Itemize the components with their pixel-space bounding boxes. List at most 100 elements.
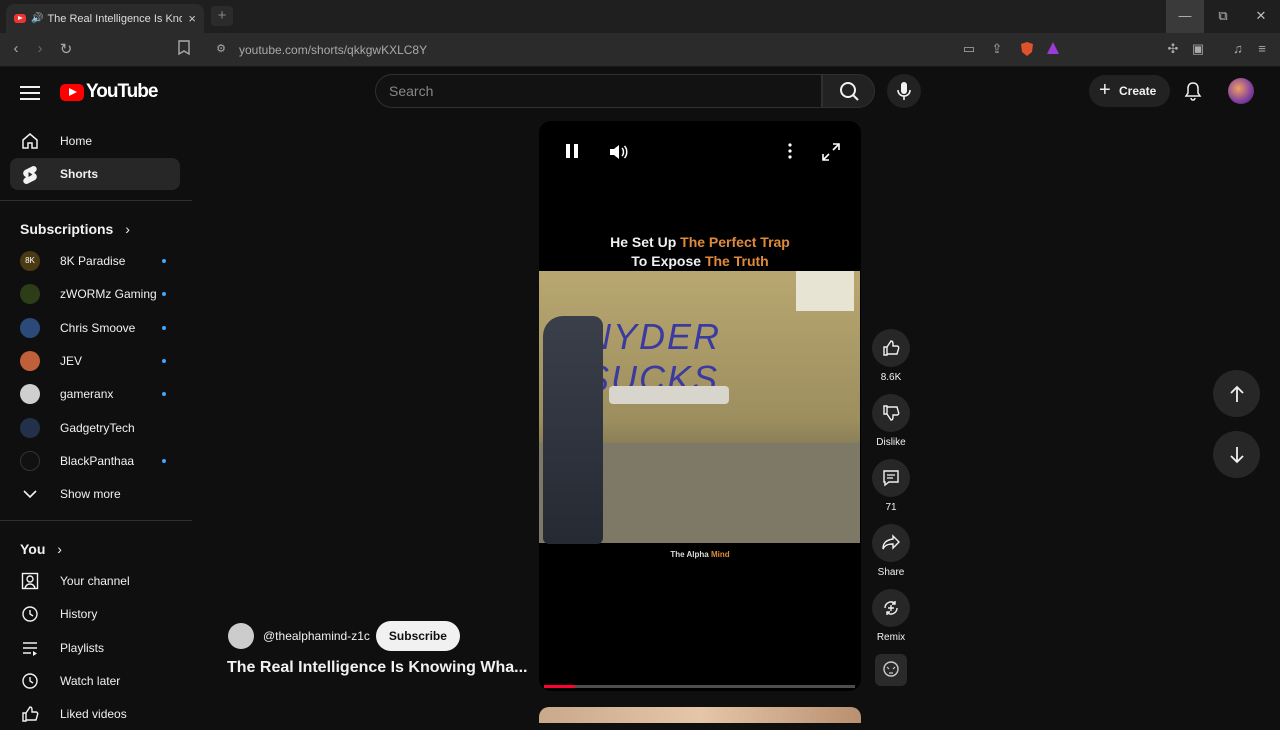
sidebar-sub-zwormz-gaming[interactable]: zWORMz Gaming (10, 278, 180, 310)
sound-thumbnail[interactable] (875, 654, 907, 686)
share-page-icon[interactable]: ⇪ (988, 41, 1006, 59)
dislike-button[interactable] (872, 394, 910, 432)
new-tab-button[interactable]: + (211, 6, 233, 26)
restore-button[interactable]: ⧉ (1204, 0, 1242, 33)
extensions-icon[interactable]: ✣ (1164, 41, 1182, 59)
sidebar-item-label: Shorts (60, 167, 99, 181)
video-figure (543, 316, 603, 544)
sidebar-panel-icon[interactable]: ▣ (1189, 41, 1207, 59)
search-input[interactable]: Search (375, 74, 822, 108)
url-field[interactable]: youtube.com/shorts/qkkgwKXLC8Y (239, 43, 427, 57)
like-action: 8.6K (872, 329, 910, 383)
bookmark-icon[interactable] (178, 40, 198, 55)
sidebar-item-label: Watch later (60, 674, 121, 688)
channel-avatar (20, 418, 40, 438)
share-action: Share (872, 524, 910, 578)
next-short-preview[interactable] (539, 707, 861, 723)
video-window (796, 271, 854, 311)
back-icon[interactable]: ‹ (6, 40, 26, 57)
subscribe-button[interactable]: Subscribe (375, 621, 460, 651)
search-button[interactable] (822, 74, 875, 108)
menu-icon[interactable]: ≡ (1253, 41, 1271, 59)
media-icon[interactable]: ♫ (1229, 41, 1247, 59)
guide-menu-icon[interactable] (20, 82, 40, 104)
progress-bar[interactable] (544, 685, 855, 688)
shorts-player[interactable]: He Set Up The Perfect Trap To Expose The… (539, 121, 861, 691)
account-avatar[interactable] (1228, 78, 1254, 104)
browser-tab-strip: 🔊 The Real Intelligence Is Knowing What … (0, 0, 1280, 33)
subscriptions-heading[interactable]: Subscriptions › (20, 221, 130, 237)
sidebar-sub-chris-smoove[interactable]: Chris Smoove (10, 312, 180, 344)
volume-icon[interactable] (609, 143, 629, 161)
comments-button[interactable] (872, 459, 910, 497)
your-channel-icon (20, 571, 40, 591)
remix-label: Remix (876, 632, 906, 643)
channel-avatar: 8K (20, 251, 40, 271)
window-close-button[interactable]: ✕ (1242, 0, 1280, 33)
progress-fill (544, 685, 576, 688)
sidebar-item-label: Your channel (60, 574, 130, 588)
sidebar-divider (0, 200, 192, 201)
sidebar-item-history[interactable]: History (10, 598, 180, 630)
more-options-icon[interactable] (787, 143, 793, 159)
site-settings-icon[interactable]: ⚙ (211, 42, 231, 55)
browser-tab[interactable]: 🔊 The Real Intelligence Is Knowing What … (6, 4, 204, 33)
channel-avatar[interactable] (228, 623, 254, 649)
brave-shields-icon[interactable] (1019, 41, 1037, 59)
sidebar-item-liked-videos[interactable]: Liked videos (10, 698, 180, 730)
youtube-page: YouTube Search Create Home Shorts Subscr… (0, 67, 1280, 723)
sidebar-sub-blackpanthaa[interactable]: BlackPanthaa (10, 445, 180, 477)
sidebar-item-label: 8K Paradise (60, 254, 126, 268)
tiger-logo-icon (883, 661, 899, 677)
short-title[interactable]: The Real Intelligence Is Knowing Wha... (227, 659, 527, 677)
audio-playing-icon[interactable]: 🔊 (31, 13, 43, 24)
voice-search-button[interactable] (887, 74, 921, 108)
forward-icon[interactable]: › (30, 40, 50, 57)
tab-close-icon[interactable]: × (188, 11, 196, 26)
share-icon (882, 534, 900, 550)
share-label: Share (877, 567, 905, 578)
sidebar-item-playlists[interactable]: Playlists (10, 632, 180, 664)
youtube-favicon-icon (14, 14, 26, 23)
sidebar-item-watch-later[interactable]: Watch later (10, 665, 180, 697)
share-button[interactable] (872, 524, 910, 562)
comment-count: 71 (885, 502, 897, 513)
sidebar-sub-8k-paradise[interactable]: 8K 8K Paradise (10, 245, 180, 277)
remix-button[interactable] (872, 589, 910, 627)
notifications-bell-icon[interactable] (1183, 81, 1203, 101)
new-content-dot (162, 359, 166, 363)
sidebar-item-home[interactable]: Home (10, 125, 180, 157)
remix-action: Remix (872, 589, 910, 643)
youtube-play-icon (60, 83, 84, 101)
sidebar-item-shorts[interactable]: Shorts (10, 158, 180, 190)
chevron-right-icon: › (125, 221, 130, 237)
new-content-dot (162, 326, 166, 330)
search-icon (840, 82, 859, 101)
channel-handle[interactable]: @thealphamind-z1c (263, 629, 370, 643)
like-button[interactable] (872, 329, 910, 367)
minimize-button[interactable]: — (1166, 0, 1204, 33)
cast-icon[interactable]: ▭ (960, 41, 978, 59)
tab-title: The Real Intelligence Is Knowing What (47, 12, 183, 25)
sidebar-item-label: Home (60, 134, 93, 148)
you-heading[interactable]: You › (20, 541, 62, 557)
sidebar-sub-jev[interactable]: JEV (10, 345, 180, 377)
address-bar-row: ‹ › ↻ ⚙ youtube.com/shorts/qkkgwKXLC8Y ▭… (0, 33, 1280, 67)
shorts-icon (20, 164, 40, 184)
create-button[interactable]: Create (1089, 74, 1170, 107)
previous-short-button[interactable] (1213, 370, 1260, 417)
channel-avatar (20, 351, 40, 371)
fullscreen-icon[interactable] (822, 143, 840, 161)
next-short-button[interactable] (1213, 431, 1260, 478)
sidebar-sub-gameranx[interactable]: gameranx (10, 378, 180, 410)
reload-icon[interactable]: ↻ (56, 40, 76, 58)
youtube-logo[interactable]: YouTube (60, 81, 158, 103)
sidebar-show-more[interactable]: Show more (10, 478, 180, 510)
comments-action: 71 (872, 459, 910, 513)
pause-icon[interactable] (564, 143, 580, 159)
microphone-icon (897, 82, 911, 100)
video-sinks (609, 386, 729, 404)
sidebar-item-your-channel[interactable]: Your channel (10, 565, 180, 597)
sidebar-sub-gadgetrytech[interactable]: GadgetryTech (10, 412, 180, 444)
brave-rewards-icon[interactable] (1046, 41, 1064, 59)
